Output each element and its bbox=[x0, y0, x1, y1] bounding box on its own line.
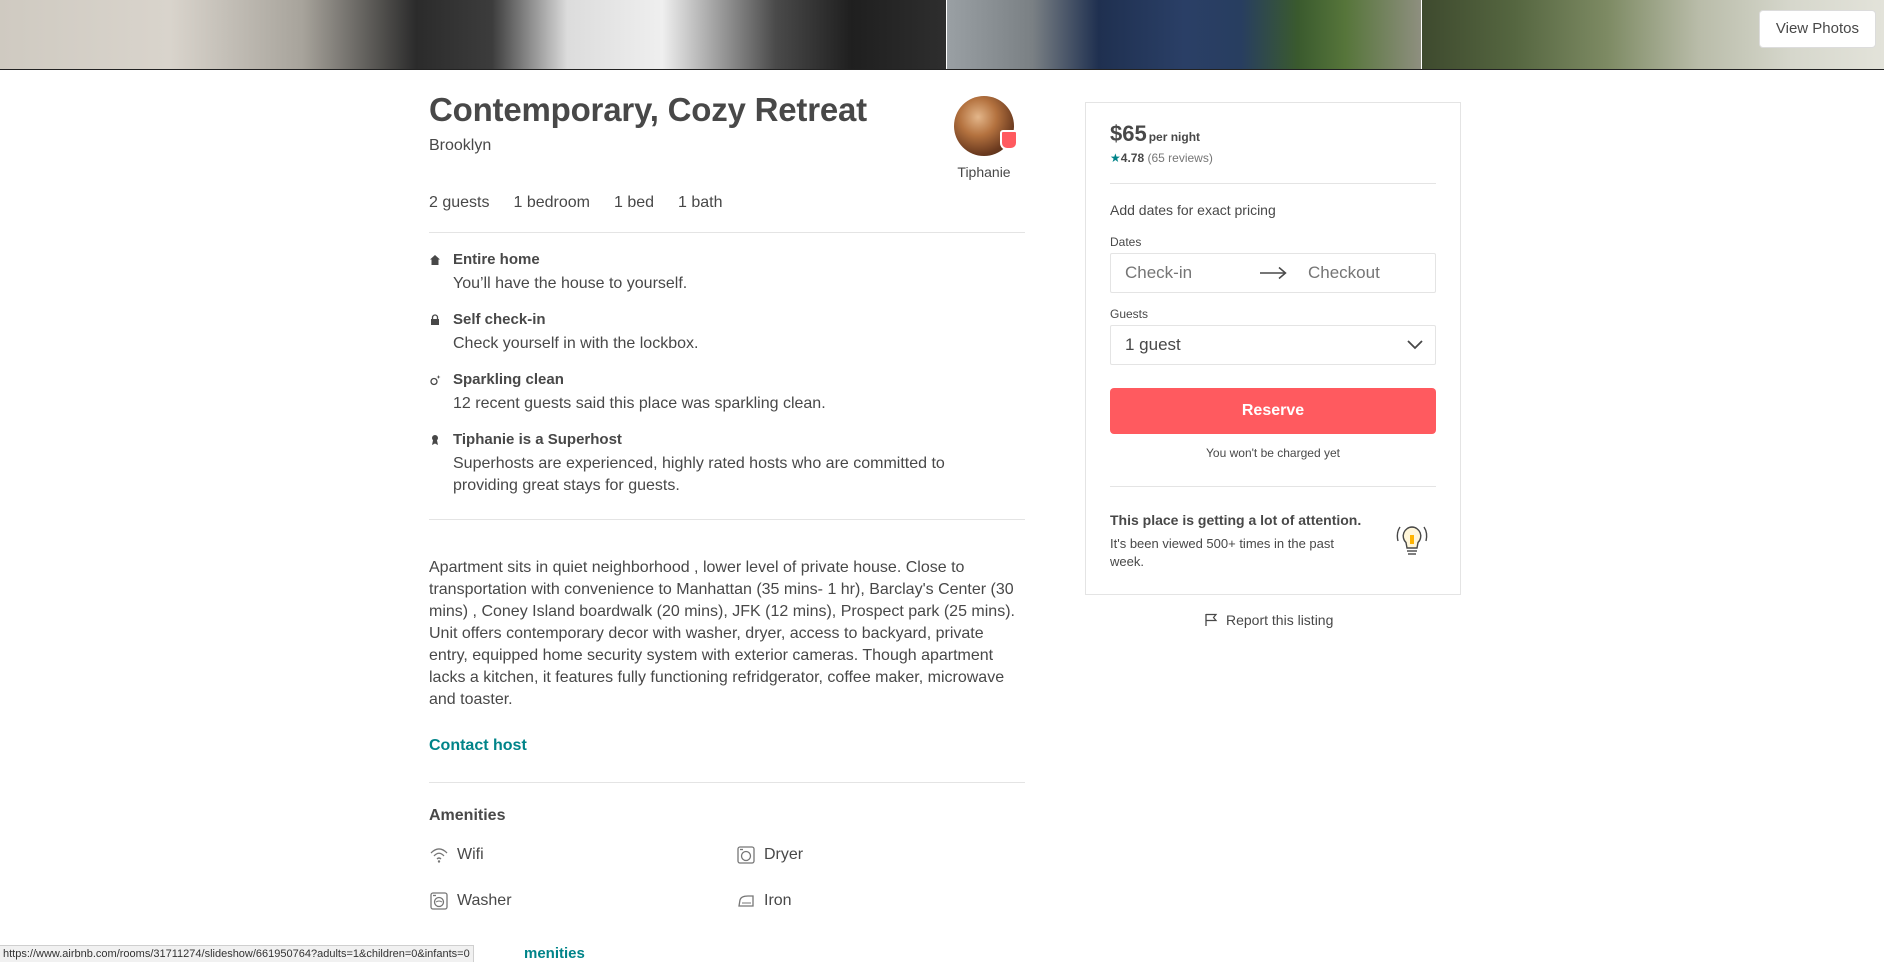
highlight-desc: 12 recent guests said this place was spa… bbox=[453, 395, 826, 412]
amenity-iron: Iron bbox=[736, 891, 792, 911]
fact-bedrooms: 1 bedroom bbox=[513, 194, 590, 211]
view-photos-button[interactable]: View Photos bbox=[1758, 10, 1876, 48]
checkin-input[interactable]: Check-in bbox=[1111, 263, 1252, 283]
listing-city[interactable]: Brooklyn bbox=[429, 137, 491, 155]
rating-value: 4.78 bbox=[1120, 151, 1145, 165]
fact-guests: 2 guests bbox=[429, 194, 490, 211]
divider bbox=[429, 782, 1025, 783]
superhost-badge-icon bbox=[1000, 130, 1018, 150]
iron-icon bbox=[738, 895, 754, 907]
highlight-title: Sparkling clean bbox=[453, 371, 564, 388]
lightbulb-icon bbox=[1396, 526, 1428, 555]
highlight-desc: You’ll have the house to yourself. bbox=[453, 275, 688, 292]
listing-photo-2[interactable] bbox=[947, 0, 1421, 69]
divider bbox=[429, 232, 1025, 233]
amenity-wifi: Wifi bbox=[429, 845, 484, 865]
attention-title: This place is getting a lot of attention… bbox=[1110, 512, 1362, 528]
report-label[interactable]: Report this listing bbox=[1226, 612, 1333, 628]
listing-photo-1[interactable] bbox=[0, 0, 946, 69]
show-amenities-link[interactable]: menities bbox=[524, 945, 585, 962]
lock-icon bbox=[431, 314, 439, 325]
wifi-icon bbox=[430, 848, 448, 863]
pricing-note: Add dates for exact pricing bbox=[1110, 202, 1276, 218]
fact-beds: 1 bed bbox=[613, 194, 655, 211]
host-avatar[interactable] bbox=[954, 96, 1018, 156]
not-charged-note: You won't be charged yet bbox=[1206, 446, 1340, 460]
price: $65 per night bbox=[1110, 121, 1200, 147]
guests-value: 1 guest bbox=[1125, 335, 1181, 354]
fact-baths: 1 bath bbox=[678, 194, 723, 211]
amenity-label: Wifi bbox=[457, 846, 484, 863]
star-icon: ★ bbox=[1110, 151, 1121, 165]
status-bar-url: https://www.airbnb.com/rooms/31711274/sl… bbox=[0, 945, 474, 962]
sparkle-icon bbox=[430, 375, 441, 386]
flag-icon bbox=[1205, 613, 1218, 626]
report-listing-link[interactable]: Report this listing bbox=[1204, 612, 1333, 628]
home-icon bbox=[430, 255, 440, 265]
host-profile[interactable]: Tiphanie bbox=[949, 96, 1019, 180]
booking-card: $65 per night ★4.78 (65 reviews) Add date… bbox=[1085, 102, 1461, 595]
dates-picker[interactable]: Check-in Checkout bbox=[1110, 253, 1436, 293]
rating[interactable]: ★4.78 (65 reviews) bbox=[1110, 151, 1213, 165]
amenity-label: Washer bbox=[457, 892, 512, 909]
amenity-label: Iron bbox=[764, 892, 792, 909]
arrow-right-icon bbox=[1260, 266, 1287, 280]
amenity-washer: Washer bbox=[429, 891, 512, 911]
medal-icon bbox=[432, 435, 438, 445]
dates-label: Dates bbox=[1110, 235, 1142, 249]
contact-host-link[interactable]: Contact host bbox=[429, 737, 527, 755]
price-unit: per night bbox=[1148, 130, 1201, 144]
reserve-button[interactable]: Reserve bbox=[1110, 388, 1436, 434]
divider bbox=[429, 519, 1025, 520]
divider bbox=[1110, 183, 1436, 184]
listing-description: Apartment sits in quiet neighborhood , l… bbox=[429, 559, 1015, 708]
price-amount: $65 bbox=[1110, 121, 1147, 146]
amenities-title: Amenities bbox=[429, 807, 506, 824]
highlight-title: Tiphanie is a Superhost bbox=[453, 431, 622, 448]
listing-facts: 2 guests 1 bedroom 1 bed 1 bath bbox=[429, 194, 723, 212]
listing-title: Contemporary, Cozy Retreat bbox=[429, 91, 867, 128]
photo-strip[interactable]: View Photos bbox=[0, 0, 1884, 70]
guests-select[interactable]: 1 guest bbox=[1110, 325, 1436, 365]
attention-text: It's been viewed 500+ times in the past … bbox=[1110, 536, 1334, 569]
guests-label: Guests bbox=[1110, 307, 1149, 321]
divider bbox=[1110, 486, 1436, 487]
review-count[interactable]: (65 reviews) bbox=[1147, 151, 1212, 165]
checkout-input[interactable]: Checkout bbox=[1294, 263, 1435, 283]
dryer-icon bbox=[737, 846, 755, 864]
highlight-desc: Check yourself in with the lockbox. bbox=[453, 335, 699, 352]
amenity-dryer: Dryer bbox=[736, 845, 803, 865]
highlight-desc: Superhosts are experienced, highly rated… bbox=[453, 455, 945, 494]
chevron-down-icon bbox=[1407, 340, 1423, 350]
amenity-label: Dryer bbox=[764, 846, 804, 863]
highlight-title: Self check-in bbox=[453, 311, 546, 328]
highlight-title: Entire home bbox=[453, 251, 540, 268]
host-name[interactable]: Tiphanie bbox=[949, 164, 1019, 180]
washer-icon bbox=[430, 892, 448, 910]
